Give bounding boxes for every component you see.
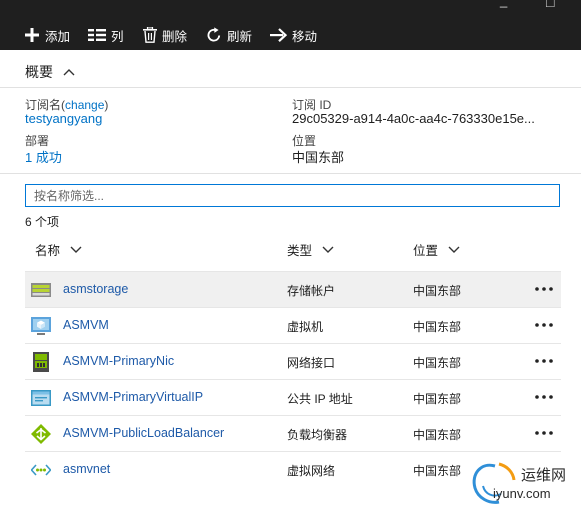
resource-location: 中国东部 xyxy=(413,392,462,406)
deployments-link[interactable]: 1 成功 xyxy=(25,147,62,166)
more-options-icon[interactable] xyxy=(533,353,555,369)
more-options-icon[interactable] xyxy=(533,389,555,405)
chevron-down-icon xyxy=(322,246,334,253)
more-options-icon[interactable] xyxy=(533,281,555,297)
resource-name: ASMVM-PrimaryNic xyxy=(63,354,175,368)
arrow-right-icon xyxy=(270,28,287,42)
add-label: 添加 xyxy=(45,29,71,44)
column-type-label: 类型 xyxy=(287,244,313,258)
resource-location: 中国东部 xyxy=(413,428,462,442)
summary-divider xyxy=(0,87,581,88)
summary-toggle[interactable]: 概要 xyxy=(25,62,75,82)
subscription-name-link[interactable]: testyangyang xyxy=(25,111,102,126)
virtual-network-icon xyxy=(31,464,51,476)
delete-label: 删除 xyxy=(162,29,188,44)
virtual-machine-icon xyxy=(31,317,51,335)
resource-name: asmvnet xyxy=(63,462,111,476)
columns-button[interactable]: 列 xyxy=(88,25,124,45)
table-row[interactable]: ASMVM 虚拟机 中国东部 xyxy=(25,307,561,343)
subscription-label: 订阅名 xyxy=(25,98,62,112)
table-row[interactable]: ASMVM-PublicLoadBalancer 负载均衡器 中国东部 xyxy=(25,415,561,451)
resource-type: 虚拟网络 xyxy=(287,464,336,478)
add-button[interactable]: 添加 xyxy=(24,25,70,45)
resource-location: 中国东部 xyxy=(413,464,462,478)
table-row[interactable]: asmstorage 存储帐户 中国东部 xyxy=(25,271,561,307)
chevron-down-icon xyxy=(448,246,460,253)
watermark: 运维网 iyunv.com xyxy=(465,460,581,509)
summary-title: 概要 xyxy=(25,64,53,80)
minimize-button[interactable]: _ xyxy=(500,0,507,8)
refresh-icon xyxy=(207,27,221,42)
resource-type: 负载均衡器 xyxy=(287,428,348,442)
column-header-type[interactable]: 类型 xyxy=(287,240,334,259)
refresh-button[interactable]: 刷新 xyxy=(206,25,252,45)
refresh-label: 刷新 xyxy=(227,29,253,44)
load-balancer-icon xyxy=(31,424,51,444)
trash-icon xyxy=(143,27,157,43)
resource-location: 中国东部 xyxy=(413,356,462,370)
column-name-label: 名称 xyxy=(35,244,61,258)
resource-location: 中国东部 xyxy=(413,284,462,298)
move-label: 移动 xyxy=(292,29,318,44)
table-row[interactable]: ASMVM-PrimaryVirtualIP 公共 IP 地址 中国东部 xyxy=(25,379,561,415)
watermark-title: 运维网 xyxy=(521,467,567,484)
column-location-label: 位置 xyxy=(413,244,439,258)
watermark-url: iyunv.com xyxy=(493,486,551,501)
resource-name: asmstorage xyxy=(63,282,129,296)
more-options-icon[interactable] xyxy=(533,317,555,333)
table-row[interactable]: ASMVM-PrimaryNic 网络接口 中国东部 xyxy=(25,343,561,379)
chevron-up-icon xyxy=(63,69,75,76)
column-header-location[interactable]: 位置 xyxy=(413,240,460,259)
maximize-button[interactable]: □ xyxy=(546,0,554,10)
plus-icon xyxy=(25,28,39,42)
move-button[interactable]: 移动 xyxy=(270,25,317,45)
chevron-down-icon xyxy=(70,246,82,253)
network-interface-icon xyxy=(33,352,49,372)
filter-input[interactable] xyxy=(25,184,560,207)
storage-account-icon xyxy=(31,283,51,297)
columns-icon xyxy=(88,29,106,41)
columns-label: 列 xyxy=(111,29,124,44)
more-options-icon[interactable] xyxy=(533,425,555,441)
public-ip-icon xyxy=(31,390,51,406)
change-subscription-link[interactable]: change xyxy=(65,98,104,112)
column-header-name[interactable]: 名称 xyxy=(35,240,82,259)
location-value: 中国东部 xyxy=(292,150,345,165)
command-bar: _ □ 添加 列 删除 刷新 移动 xyxy=(0,0,581,50)
resource-type: 网络接口 xyxy=(287,356,336,370)
resource-type: 虚拟机 xyxy=(287,320,324,334)
fields-divider xyxy=(0,173,581,174)
resource-type: 存储帐户 xyxy=(287,284,336,298)
item-count: 6 个项 xyxy=(25,215,60,229)
resource-name: ASMVM xyxy=(63,318,109,332)
resource-name: ASMVM-PrimaryVirtualIP xyxy=(63,390,204,404)
resource-type: 公共 IP 地址 xyxy=(287,392,353,406)
subscription-id-value: 29c05329-a914-4a0c-aa4c-763330e15e... xyxy=(292,111,535,126)
resource-name: ASMVM-PublicLoadBalancer xyxy=(63,426,225,440)
resource-location: 中国东部 xyxy=(413,320,462,334)
delete-button[interactable]: 删除 xyxy=(143,25,187,45)
